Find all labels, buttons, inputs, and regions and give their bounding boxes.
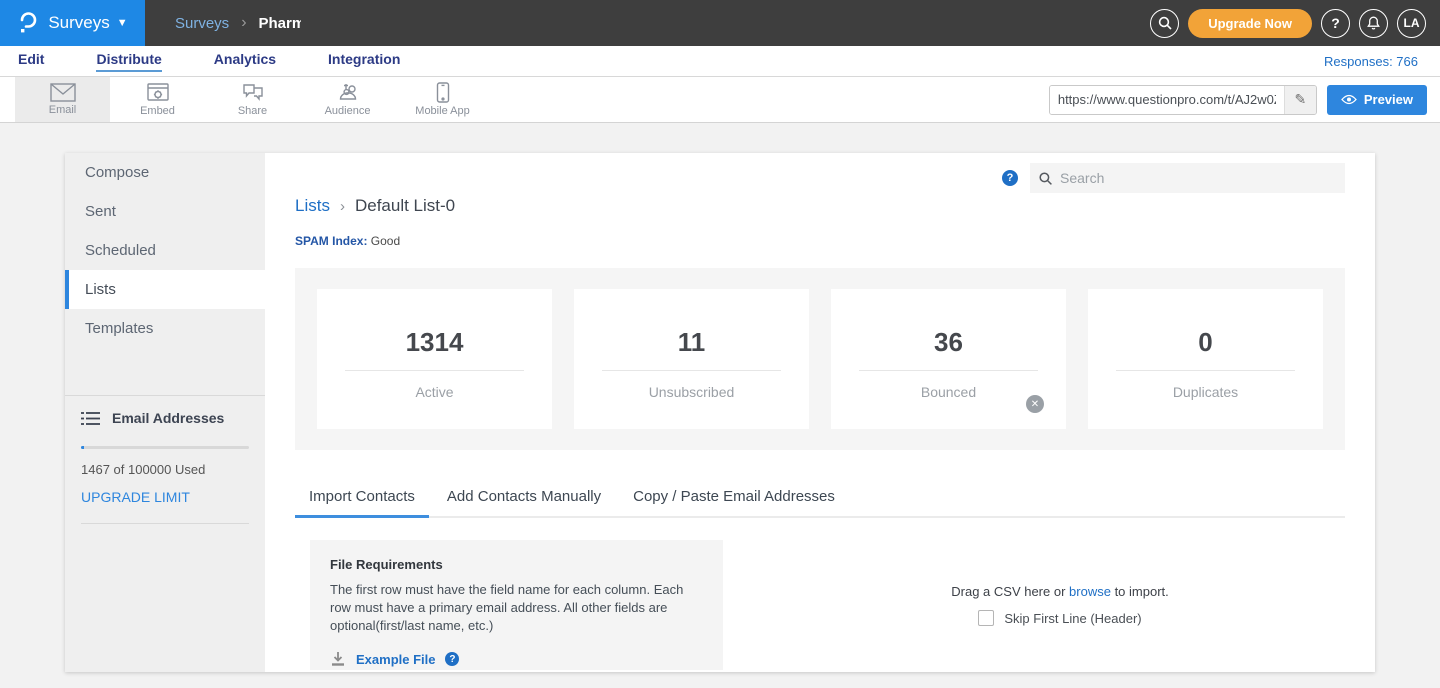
dropzone-text: Drag a CSV here or browse to import. xyxy=(951,584,1169,599)
file-requirements-box: File Requirements The first row must hav… xyxy=(310,540,723,670)
search-icon xyxy=(1158,16,1172,30)
breadcrumb-surveys-link[interactable]: Surveys xyxy=(175,15,229,32)
sidebar-item-sent[interactable]: Sent xyxy=(65,192,265,231)
active-count: 1314 xyxy=(317,327,552,358)
lists-link[interactable]: Lists xyxy=(295,196,330,216)
top-bar: Surveys ▼ Surveys › Pharma Upgrade Now ?… xyxy=(0,0,1440,46)
csv-dropzone[interactable]: Drag a CSV here or browse to import. Ski… xyxy=(745,540,1375,670)
stat-card-duplicates: 0 Duplicates xyxy=(1088,289,1323,429)
question-mark-icon: ? xyxy=(1331,15,1340,31)
chevron-right-icon: › xyxy=(241,14,246,32)
survey-url-input[interactable] xyxy=(1050,86,1284,114)
skip-first-line-checkbox[interactable] xyxy=(978,610,994,626)
stat-card-bounced: 36 Bounced ✕ xyxy=(831,289,1066,429)
responses-count[interactable]: Responses: 766 xyxy=(1324,54,1418,69)
page-background: Compose Sent Scheduled Lists Templates E… xyxy=(0,123,1440,688)
spam-index: SPAM Index: Good xyxy=(295,234,400,248)
usage-text: 1467 of 100000 Used xyxy=(81,462,249,477)
sidebar-item-scheduled[interactable]: Scheduled xyxy=(65,231,265,270)
search-icon xyxy=(1039,172,1052,185)
tab-add-contacts-manually[interactable]: Add Contacts Manually xyxy=(433,480,615,518)
sidebar-item-lists[interactable]: Lists xyxy=(65,270,265,309)
list-help-button[interactable]: ? xyxy=(1002,170,1018,186)
help-button[interactable]: ? xyxy=(1321,9,1350,38)
usage-progress-bar xyxy=(81,446,249,449)
list-breadcrumb: Lists › Default List-0 xyxy=(295,196,455,216)
channel-tab-mobile-app[interactable]: Mobile App xyxy=(395,77,490,122)
sidebar-item-templates[interactable]: Templates xyxy=(65,309,265,348)
email-lists-card: Compose Sent Scheduled Lists Templates E… xyxy=(65,153,1375,672)
topbar-actions: Upgrade Now ? LA xyxy=(1150,9,1426,38)
distribute-toolbar: Email Embed Share Audience Mo xyxy=(0,76,1440,123)
browse-link[interactable]: browse xyxy=(1069,584,1111,599)
file-requirements-body: The first row must have the field name f… xyxy=(330,581,703,635)
email-addresses-title: Email Addresses xyxy=(112,410,224,426)
spam-index-value: Good xyxy=(371,234,400,248)
embed-icon xyxy=(146,83,170,103)
tab-import-contacts[interactable]: Import Contacts xyxy=(295,480,429,518)
envelope-icon xyxy=(50,83,76,102)
preview-button[interactable]: Preview xyxy=(1327,85,1427,115)
breadcrumb: Surveys › Pharma xyxy=(175,14,1150,32)
file-requirements-title: File Requirements xyxy=(330,557,703,572)
contact-search-input[interactable] xyxy=(1060,170,1336,186)
breadcrumb-survey-name: Pharma xyxy=(259,15,301,32)
product-switcher-label: Surveys xyxy=(48,13,109,33)
email-addresses-section: Email Addresses 1467 of 100000 Used UPGR… xyxy=(65,396,265,524)
contacts-tabs: Import Contacts Add Contacts Manually Co… xyxy=(295,480,1345,518)
list-detail-main: ? Lists › Default List-0 SPAM Index: Goo… xyxy=(265,153,1375,672)
upgrade-now-button[interactable]: Upgrade Now xyxy=(1188,9,1312,38)
email-sidebar: Compose Sent Scheduled Lists Templates E… xyxy=(65,153,265,672)
channel-tab-share[interactable]: Share xyxy=(205,77,300,122)
avatar[interactable]: LA xyxy=(1397,9,1426,38)
chevron-right-icon: › xyxy=(340,198,345,215)
list-stats-panel: 1314 Active 11 Unsubscribed 36 Bounced ✕… xyxy=(295,268,1345,450)
share-icon xyxy=(241,83,265,103)
stat-card-unsubscribed: 11 Unsubscribed xyxy=(574,289,809,429)
channel-tab-embed[interactable]: Embed xyxy=(110,77,205,122)
eye-icon xyxy=(1341,94,1357,105)
current-list-name: Default List-0 xyxy=(355,196,455,216)
unsubscribed-label: Unsubscribed xyxy=(574,384,809,400)
mobile-icon xyxy=(436,82,450,103)
tab-analytics[interactable]: Analytics xyxy=(214,51,276,72)
bell-icon xyxy=(1367,16,1380,30)
example-file-help-icon[interactable]: ? xyxy=(445,652,459,666)
question-mark-icon: ? xyxy=(1007,172,1014,184)
survey-url-field: ✎ xyxy=(1049,85,1317,115)
duplicates-label: Duplicates xyxy=(1088,384,1323,400)
pencil-icon: ✎ xyxy=(1294,91,1306,108)
skip-first-line-label: Skip First Line (Header) xyxy=(1004,611,1141,626)
tab-copy-paste-emails[interactable]: Copy / Paste Email Addresses xyxy=(619,480,849,518)
search-button[interactable] xyxy=(1150,9,1179,38)
channel-tab-audience[interactable]: Audience xyxy=(300,77,395,122)
sidebar-divider-bottom xyxy=(81,523,249,524)
example-file-link[interactable]: Example File xyxy=(356,652,435,667)
sidebar-item-compose[interactable]: Compose xyxy=(65,153,265,192)
list-icon xyxy=(81,411,100,426)
contact-search-box xyxy=(1030,163,1345,193)
tab-edit[interactable]: Edit xyxy=(18,51,44,72)
audience-icon xyxy=(335,83,361,103)
channel-tab-email[interactable]: Email xyxy=(15,77,110,122)
download-icon xyxy=(330,651,346,667)
upgrade-limit-link[interactable]: UPGRADE LIMIT xyxy=(81,489,190,505)
spam-index-label: SPAM Index: xyxy=(295,234,367,248)
edit-url-button[interactable]: ✎ xyxy=(1284,86,1316,114)
bounced-count: 36 xyxy=(831,327,1066,358)
product-switcher[interactable]: Surveys ▼ xyxy=(0,0,145,46)
stat-card-active: 1314 Active xyxy=(317,289,552,429)
tab-distribute[interactable]: Distribute xyxy=(96,51,161,72)
questionpro-logo-icon xyxy=(17,11,39,35)
tab-integration[interactable]: Integration xyxy=(328,51,400,72)
notifications-button[interactable] xyxy=(1359,9,1388,38)
survey-nav: Edit Distribute Analytics Integration Re… xyxy=(0,46,1440,76)
unsubscribed-count: 11 xyxy=(574,327,809,358)
chevron-down-icon: ▼ xyxy=(117,17,128,29)
clear-bounced-icon[interactable]: ✕ xyxy=(1026,395,1044,413)
active-label: Active xyxy=(317,384,552,400)
duplicates-count: 0 xyxy=(1088,327,1323,358)
